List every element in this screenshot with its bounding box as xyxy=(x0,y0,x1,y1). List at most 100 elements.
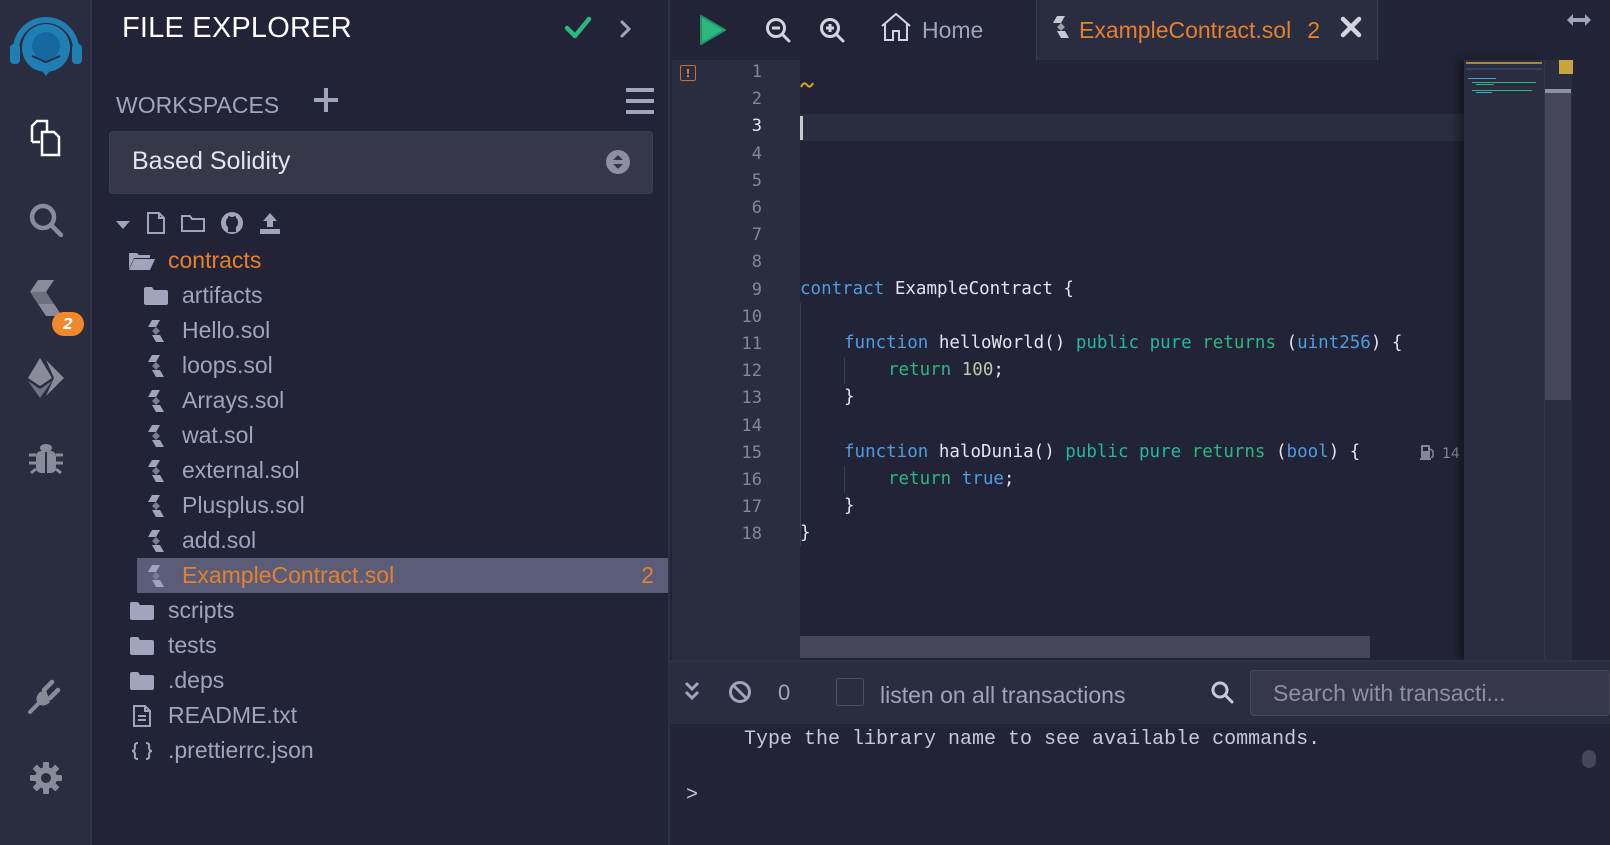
tab-file-label: ExampleContract.sol xyxy=(1079,16,1292,43)
deploy-run-icon[interactable] xyxy=(22,354,70,402)
tree-file[interactable]: add.sol xyxy=(92,523,668,558)
tree-folder[interactable]: .deps xyxy=(92,663,668,698)
code-line-15: function haloDunia() public pure returns… xyxy=(844,442,1361,462)
tree-folder[interactable]: artifacts xyxy=(92,278,668,313)
terminal-prompt[interactable]: > xyxy=(686,784,698,807)
solidity-file-icon xyxy=(142,354,170,378)
scrollbar-thumb[interactable] xyxy=(1545,90,1571,400)
workspace-select[interactable]: Based Solidity xyxy=(109,131,653,194)
minimap-code xyxy=(1476,92,1492,93)
file-tree: contracts artifacts Hello.sol loops.sol Arra… xyxy=(92,243,668,768)
code-line-16: return true; xyxy=(888,469,1015,489)
select-updown-icon xyxy=(606,150,630,178)
tab-home-label: Home xyxy=(922,16,984,43)
tree-item-label: ExampleContract.sol xyxy=(182,562,395,588)
search-icon[interactable] xyxy=(1210,680,1234,708)
tree-file[interactable]: external.sol xyxy=(92,453,668,488)
tree-file[interactable]: Plusplus.sol xyxy=(92,488,668,523)
tree-item-label: .deps xyxy=(168,667,225,693)
add-workspace-plus-icon[interactable] xyxy=(312,86,340,118)
panel-title: FILE EXPLORER xyxy=(122,12,352,44)
terminal-scroll-handle[interactable] xyxy=(1582,750,1596,768)
code-line-11: function helloWorld() public pure return… xyxy=(844,333,1403,353)
github-icon[interactable] xyxy=(220,211,244,239)
folder-open-icon xyxy=(128,249,156,273)
tree-file[interactable]: loops.sol xyxy=(92,348,668,383)
tree-folder[interactable]: scripts xyxy=(92,593,668,628)
tab-example-contract[interactable]: ExampleContract.sol 2 xyxy=(1036,0,1378,60)
warning-squiggle xyxy=(800,74,814,93)
tree-item-label: wat.sol xyxy=(182,422,254,448)
zoom-in-icon[interactable] xyxy=(818,10,846,50)
clear-console-ban-icon[interactable] xyxy=(728,680,752,704)
workspace-menu-hamburger-icon[interactable] xyxy=(624,87,656,119)
folder-icon xyxy=(128,669,156,693)
tree-item-label: artifacts xyxy=(182,282,263,308)
code-area[interactable]: contract ExampleContract { function hell… xyxy=(800,60,1465,660)
editor-panel: Home ExampleContract.sol 2 ! 1 2 3 4 5 6 7 8 9 10… xyxy=(670,0,1610,660)
tab-home[interactable]: Home xyxy=(880,10,983,50)
listen-all-checkbox[interactable] xyxy=(836,678,864,706)
line-number: 18 xyxy=(741,524,762,545)
minimap-code xyxy=(1476,84,1494,85)
tree-file[interactable]: README.txt xyxy=(92,698,668,733)
file-explorer-icon[interactable] xyxy=(22,114,70,162)
pending-tx-count: 0 xyxy=(778,680,791,705)
json-braces-icon xyxy=(128,739,156,763)
tree-item-label: scripts xyxy=(168,597,235,623)
chevron-right-icon[interactable] xyxy=(618,18,634,44)
tree-item-label: loops.sol xyxy=(182,352,273,378)
tree-item-label: tests xyxy=(168,632,217,658)
settings-gear-icon[interactable] xyxy=(22,754,70,802)
warning-marker-icon[interactable]: ! xyxy=(680,65,696,81)
solidity-file-icon xyxy=(142,564,170,588)
expand-horizontal-icon[interactable] xyxy=(1566,12,1592,32)
tree-file[interactable]: Hello.sol xyxy=(92,313,668,348)
folder-icon xyxy=(142,284,170,308)
tree-item-label: Arrays.sol xyxy=(182,387,285,413)
plugin-manager-plug-icon[interactable] xyxy=(22,672,70,720)
horizontal-scrollbar[interactable] xyxy=(800,636,1370,658)
solidity-file-icon xyxy=(142,494,170,518)
tree-folder[interactable]: contracts xyxy=(92,243,668,278)
tree-item-label: contracts xyxy=(168,247,262,273)
home-icon xyxy=(880,12,912,48)
new-file-icon[interactable] xyxy=(146,211,166,239)
file-tree-toolbar xyxy=(114,210,282,240)
run-play-icon[interactable] xyxy=(698,10,728,50)
workspace-selected-value: Based Solidity xyxy=(132,147,291,175)
vertical-scrollbar[interactable] xyxy=(1544,60,1573,660)
minimap-cursor-line xyxy=(1466,68,1542,70)
remix-logo-icon[interactable] xyxy=(8,10,84,82)
indent-guide xyxy=(800,303,801,546)
line-number: 16 xyxy=(741,470,762,490)
debugger-bug-icon[interactable] xyxy=(22,434,70,482)
tree-file[interactable]: ExampleContract.sol 2 xyxy=(137,558,668,593)
code-line-9: contract ExampleContract { xyxy=(800,279,1074,299)
zoom-out-icon[interactable] xyxy=(764,10,792,50)
transaction-search-input[interactable]: Search with transacti... xyxy=(1250,670,1610,716)
code-line-13: } xyxy=(844,387,855,407)
tree-file[interactable]: wat.sol xyxy=(92,418,668,453)
tree-folder[interactable]: tests xyxy=(92,628,668,663)
tree-file[interactable]: .prettierrc.json xyxy=(92,733,668,768)
tree-file[interactable]: Arrays.sol xyxy=(92,383,668,418)
line-number: 14 xyxy=(741,415,762,436)
minimap[interactable] xyxy=(1464,60,1544,660)
search-icon[interactable] xyxy=(22,196,70,244)
collapse-terminal-chevrons-icon[interactable] xyxy=(684,680,700,702)
line-number: 2 xyxy=(751,89,762,110)
line-number: 7 xyxy=(751,225,762,246)
upload-icon[interactable] xyxy=(258,211,282,239)
tree-item-label: README.txt xyxy=(168,702,298,728)
close-tab-icon[interactable] xyxy=(1340,16,1362,44)
new-folder-icon[interactable] xyxy=(180,212,206,238)
code-line-12: return 100; xyxy=(888,360,1004,380)
solidity-file-icon xyxy=(142,459,170,483)
compiler-badge: 2 xyxy=(52,312,84,336)
collapse-caret-icon[interactable] xyxy=(114,216,132,235)
tree-item-label: .prettierrc.json xyxy=(168,737,314,763)
solidity-file-icon xyxy=(142,389,170,413)
line-number: 12 xyxy=(741,361,762,382)
line-number: 13 xyxy=(741,388,762,409)
